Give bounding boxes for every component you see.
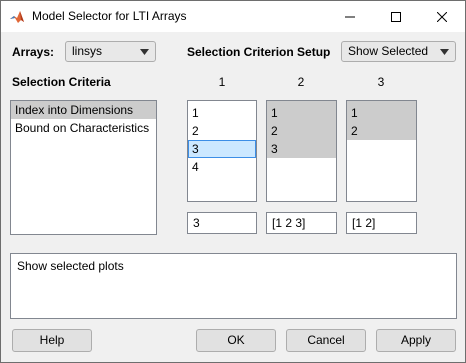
setup-dropdown[interactable]: Show Selected (341, 41, 456, 62)
dimension-2-expression-field[interactable]: [1 2 3] (266, 212, 337, 234)
list-item[interactable]: 2 (188, 122, 256, 140)
ok-button[interactable]: OK (196, 329, 276, 352)
list-item[interactable]: 2 (347, 122, 416, 140)
arrays-label: Arrays: (12, 45, 55, 59)
setup-dropdown-value: Show Selected (348, 44, 429, 58)
close-icon (437, 11, 447, 22)
dimension-3-header: 3 (377, 75, 385, 89)
list-item[interactable]: 3 (188, 140, 256, 158)
dimension-1-header: 1 (218, 75, 226, 89)
criteria-listbox[interactable]: Index into Dimensions Bound on Character… (10, 100, 157, 235)
arrays-dropdown[interactable]: linsys (65, 41, 156, 62)
selection-highlight: 1 2 3 (267, 101, 336, 158)
model-selector-window: Model Selector for LTI Arrays Arrays: li… (0, 0, 466, 363)
dimension-2-listbox[interactable]: 1 2 3 (266, 100, 337, 202)
cancel-button[interactable]: Cancel (286, 329, 366, 352)
setup-label: Selection Criterion Setup (187, 45, 331, 59)
apply-button[interactable]: Apply (376, 329, 456, 352)
title-bar: Model Selector for LTI Arrays (1, 1, 465, 32)
chevron-down-icon (140, 49, 149, 55)
dimension-2-header: 2 (297, 75, 305, 89)
list-item[interactable]: 2 (267, 122, 336, 140)
list-item[interactable]: 3 (267, 140, 336, 158)
criteria-label: Selection Criteria (12, 75, 111, 89)
matlab-logo-icon (10, 11, 24, 23)
selection-highlight: 1 2 (347, 101, 416, 140)
arrays-dropdown-value: linsys (72, 44, 103, 58)
list-item[interactable]: 1 (347, 104, 416, 122)
list-item[interactable]: 1 (188, 104, 256, 122)
list-item[interactable]: 1 (267, 104, 336, 122)
criteria-item-bound[interactable]: Bound on Characteristics (11, 119, 156, 137)
minimize-button[interactable] (327, 1, 373, 32)
dimension-1-listbox[interactable]: 1 2 3 4 (187, 100, 257, 202)
dimension-3-expression-field[interactable]: [1 2] (346, 212, 417, 234)
maximize-icon (391, 11, 401, 22)
dimension-1-expression-field[interactable]: 3 (187, 212, 257, 234)
criteria-item-index[interactable]: Index into Dimensions (11, 101, 156, 119)
minimize-icon (345, 16, 355, 17)
window-title: Model Selector for LTI Arrays (32, 9, 187, 23)
close-button[interactable] (419, 1, 465, 32)
chevron-down-icon (440, 49, 449, 55)
maximize-button[interactable] (373, 1, 419, 32)
status-text: Show selected plots (17, 259, 124, 273)
list-item[interactable]: 4 (188, 158, 256, 176)
dimension-3-listbox[interactable]: 1 2 (346, 100, 417, 202)
status-text-area: Show selected plots (10, 253, 457, 319)
help-button[interactable]: Help (12, 329, 92, 352)
